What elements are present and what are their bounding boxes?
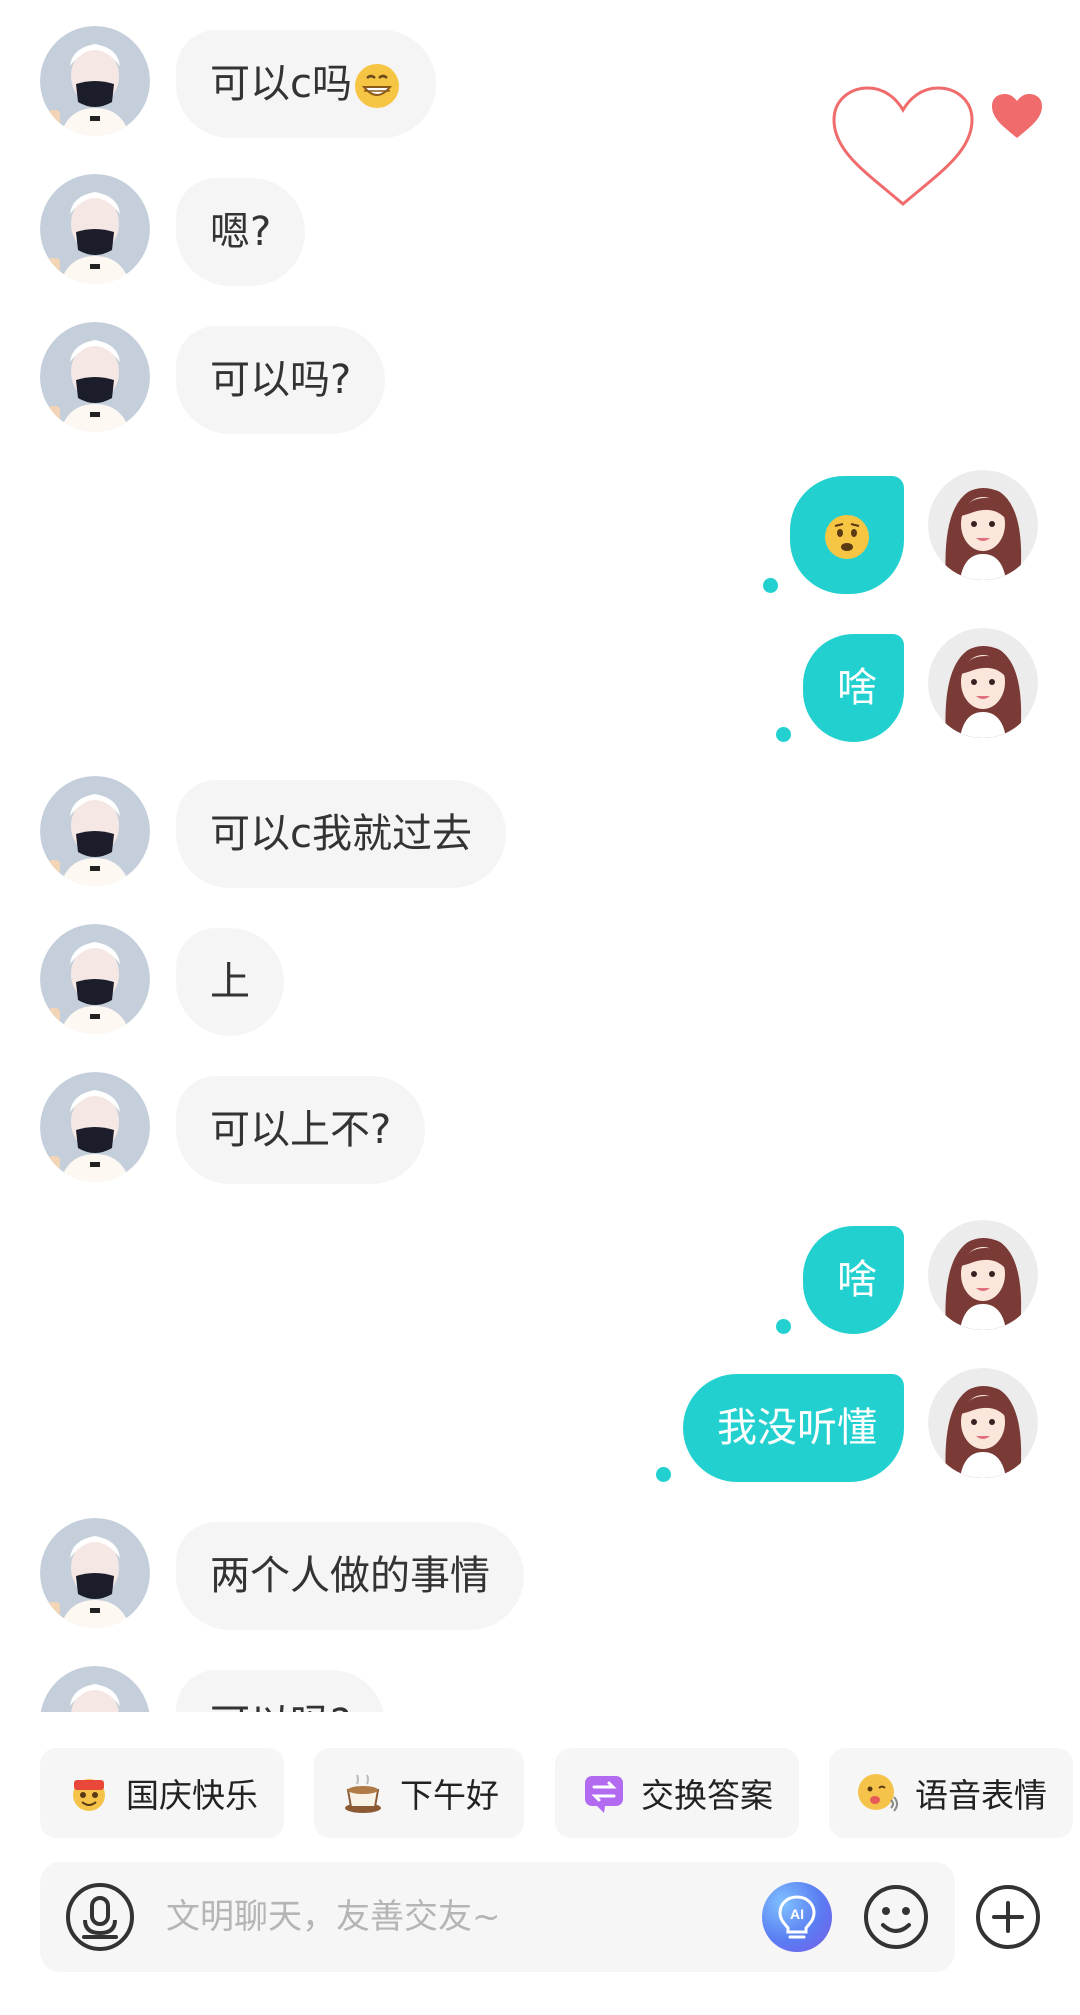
quick-reply-afternoon[interactable]: 下午好	[314, 1748, 524, 1838]
more-options-button[interactable]	[974, 1883, 1042, 1951]
message-text: 可以上不?	[210, 1107, 392, 1153]
chip-label: 下午好	[400, 1776, 499, 1815]
emoji-button[interactable]	[862, 1883, 930, 1951]
message-text: 可以吗?	[210, 1701, 351, 1712]
incoming-message-bubble[interactable]: 可以吗?	[176, 1670, 386, 1712]
read-status-dot	[763, 578, 778, 593]
quick-reply-voice-emoji[interactable]: 语音表情	[829, 1748, 1073, 1838]
my-avatar[interactable]	[928, 628, 1038, 738]
contact-avatar[interactable]	[40, 1518, 150, 1628]
voice-emoji-icon	[858, 1774, 898, 1812]
incoming-message-bubble[interactable]: 可以c我就过去	[176, 780, 506, 888]
contact-avatar[interactable]	[40, 26, 150, 136]
microphone-icon	[82, 1896, 118, 1939]
contact-avatar[interactable]	[40, 776, 150, 886]
contact-avatar[interactable]	[40, 322, 150, 432]
outgoing-message-bubble[interactable]: 啥	[803, 634, 904, 742]
message-text: 嗯?	[210, 209, 272, 255]
message-text: 可以c吗	[210, 61, 352, 107]
festival-icon	[73, 1779, 105, 1811]
exchange-icon	[585, 1776, 623, 1813]
message-input[interactable]: 文明聊天，友善交友~	[166, 1862, 501, 1972]
my-avatar[interactable]	[928, 1220, 1038, 1330]
ai-assistant-button[interactable]: AI	[762, 1882, 832, 1952]
outgoing-message-bubble[interactable]: 我没听懂	[683, 1374, 904, 1482]
chat-screen: 可以c吗 嗯? 可以吗? 啥 可以c我就过去 上 可以上不? 啥 我没听懂 两个…	[0, 0, 1080, 2015]
read-status-dot	[776, 1319, 791, 1334]
coffee-icon	[345, 1774, 381, 1813]
svg-text:AI: AI	[790, 1906, 804, 1922]
read-status-dot	[656, 1467, 671, 1482]
my-avatar[interactable]	[928, 1368, 1038, 1478]
outgoing-message-bubble[interactable]: 啥	[803, 1226, 904, 1334]
incoming-message-bubble[interactable]: 两个人做的事情	[176, 1522, 524, 1630]
message-text: 可以吗?	[210, 357, 352, 403]
smiley-icon	[864, 1885, 928, 1949]
quick-reply-exchange[interactable]: 交换答案	[555, 1748, 799, 1838]
message-text: 啥	[837, 665, 877, 711]
ai-bulb-icon: AI	[778, 1895, 816, 1939]
incoming-message-bubble[interactable]: 上	[176, 928, 284, 1036]
message-input-bar: 文明聊天，友善交友~ AI	[40, 1862, 955, 1972]
message-text: 啥	[837, 1257, 877, 1303]
incoming-message-bubble[interactable]: 可以吗?	[176, 326, 386, 434]
contact-avatar[interactable]	[40, 924, 150, 1034]
outgoing-message-bubble[interactable]	[790, 476, 904, 594]
worried-emoji-icon	[825, 515, 869, 559]
voice-input-button[interactable]	[66, 1883, 134, 1951]
contact-avatar[interactable]	[40, 1072, 150, 1182]
message-list[interactable]: 可以c吗 嗯? 可以吗? 啥 可以c我就过去 上 可以上不? 啥 我没听懂 两个…	[0, 0, 1080, 1712]
quick-reply-festival[interactable]: 国庆快乐	[40, 1748, 284, 1838]
message-text: 可以c我就过去	[210, 811, 472, 857]
message-text: 我没听懂	[717, 1405, 877, 1451]
my-avatar[interactable]	[928, 470, 1038, 580]
message-text: 上	[210, 959, 250, 1005]
grin-emoji-icon	[355, 64, 399, 108]
incoming-message-bubble[interactable]: 可以c吗	[176, 30, 436, 138]
message-text: 两个人做的事情	[210, 1553, 490, 1599]
contact-avatar[interactable]	[40, 174, 150, 284]
chip-label: 国庆快乐	[126, 1776, 258, 1815]
chip-label: 交换答案	[641, 1776, 773, 1815]
chip-label: 语音表情	[915, 1776, 1047, 1815]
quick-reply-bar: 国庆快乐 下午好 交换答案 语音表情	[0, 1748, 1080, 1838]
contact-avatar[interactable]	[40, 1666, 150, 1712]
incoming-message-bubble[interactable]: 嗯?	[176, 178, 306, 286]
read-status-dot	[776, 727, 791, 742]
incoming-message-bubble[interactable]: 可以上不?	[176, 1076, 426, 1184]
plus-icon	[976, 1885, 1040, 1949]
